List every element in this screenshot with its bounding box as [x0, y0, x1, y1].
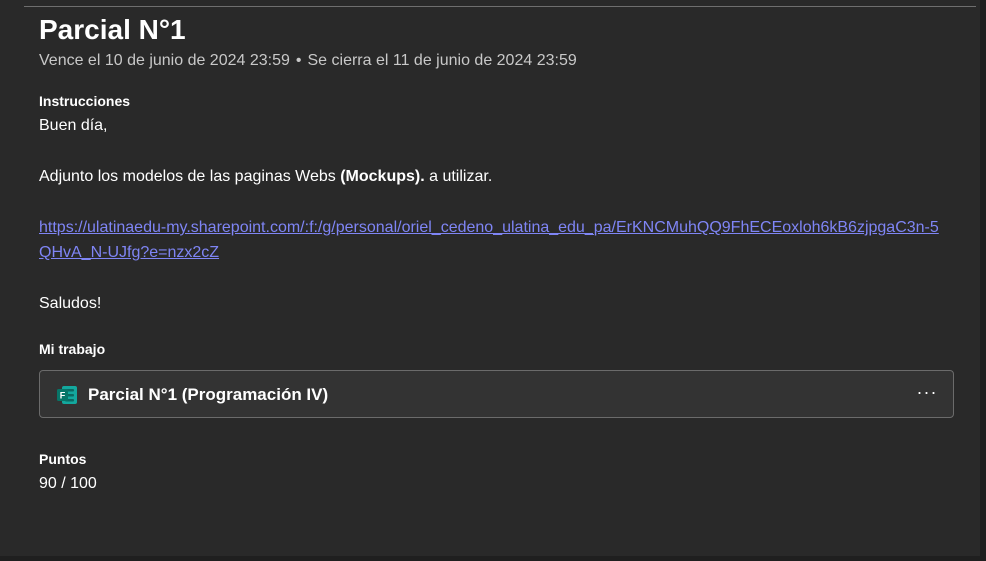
points-value: 90 / 100 — [39, 475, 97, 492]
instructions-text-end: a utilizar. — [424, 168, 493, 185]
instructions-paragraph: Adjunto los modelos de las paginas Webs … — [39, 164, 959, 189]
sharepoint-link[interactable]: https://ulatinaedu-my.sharepoint.com/:f:… — [39, 215, 944, 265]
forms-attachment-card[interactable]: F Parcial N°1 (Programación IV) ··· — [39, 370, 954, 418]
top-divider — [24, 6, 976, 7]
due-dates: Vence el 10 de junio de 2024 23:59 • Se ci… — [39, 50, 959, 72]
instructions-bold-text: (Mockups). — [340, 168, 425, 185]
separator-dot: • — [295, 52, 302, 69]
assignment-details: Parcial N°1 Vence el 10 de junio de 2024… — [39, 12, 959, 494]
more-options-button[interactable]: ··· — [915, 381, 939, 407]
svg-text:F: F — [60, 391, 66, 401]
microsoft-forms-icon: F — [56, 385, 78, 405]
attachment-title: Parcial N°1 (Programación IV) — [88, 385, 329, 404]
assignment-title: Parcial N°1 — [39, 14, 186, 45]
due-date: Vence el 10 de junio de 2024 23:59 — [39, 52, 290, 69]
assignment-page: Parcial N°1 Vence el 10 de junio de 2024… — [0, 0, 986, 561]
scrollbar-track[interactable] — [980, 0, 986, 561]
my-work-label: Mi trabajo — [39, 341, 106, 357]
points-label: Puntos — [39, 451, 87, 467]
close-date: Se cierra el 11 de junio de 2024 23:59 — [307, 52, 577, 69]
instructions-label: Instrucciones — [39, 93, 131, 109]
bottom-divider — [0, 556, 986, 561]
instructions-closing: Saludos! — [39, 295, 102, 312]
instructions-greeting: Buen día, — [39, 117, 108, 134]
instructions-text: Adjunto los modelos de las paginas Webs — [39, 168, 341, 185]
